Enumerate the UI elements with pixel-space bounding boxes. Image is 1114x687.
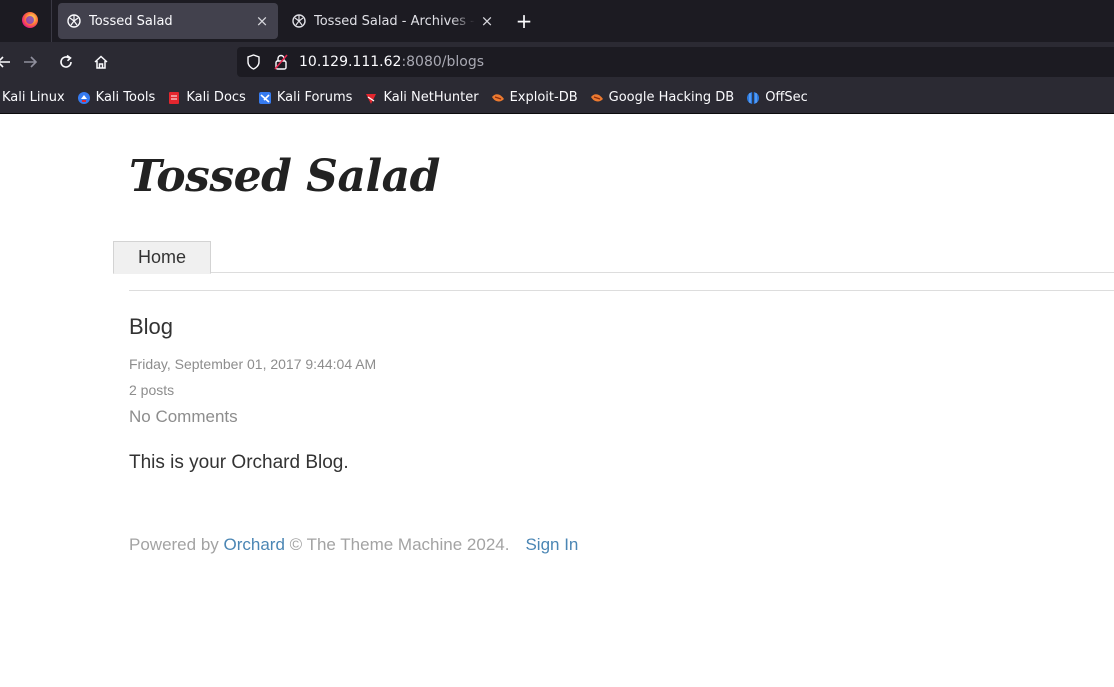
bookmark-exploit-db[interactable]: Exploit-DB bbox=[485, 86, 584, 110]
bookmark-kali-linux[interactable]: Kali Linux bbox=[0, 86, 71, 110]
close-tab-icon[interactable]: × bbox=[250, 9, 274, 33]
sign-in-link[interactable]: Sign In bbox=[525, 535, 578, 554]
tab-title: Tossed Salad - Archives - bbox=[314, 13, 475, 29]
orchard-link[interactable]: Orchard bbox=[224, 535, 285, 554]
home-icon[interactable] bbox=[89, 50, 113, 74]
bookmark-label: Google Hacking DB bbox=[608, 90, 735, 105]
url-bar[interactable]: 10.129.111.62:8080/blogs bbox=[237, 47, 1114, 77]
bookmark-label: Kali Tools bbox=[95, 90, 156, 105]
site-title[interactable]: Tossed Salad bbox=[129, 151, 440, 202]
menu-divider bbox=[113, 272, 1114, 273]
url-path: :8080/blogs bbox=[401, 54, 485, 70]
blog-date: Friday, September 01, 2017 9:44:04 AM bbox=[129, 356, 377, 372]
footer-powered-by: Powered by bbox=[129, 535, 224, 554]
firefox-menu-button[interactable] bbox=[0, 0, 52, 42]
bookmark-label: OffSec bbox=[765, 90, 808, 105]
url-host: 10.129.111.62 bbox=[299, 54, 402, 70]
bookmark-label: Kali NetHunter bbox=[383, 90, 479, 105]
navigation-toolbar: 10.129.111.62:8080/blogs bbox=[0, 42, 1114, 82]
tab-bar: Tossed Salad × Tossed Salad - Archives -… bbox=[0, 0, 1114, 42]
footer-copyright: © The Theme Machine 2024. bbox=[284, 535, 510, 554]
tab-title: Tossed Salad bbox=[89, 13, 173, 29]
bookmark-kali-docs[interactable]: Kali Docs bbox=[161, 86, 252, 110]
offsec-icon bbox=[746, 91, 760, 105]
firefox-icon bbox=[22, 12, 38, 28]
kali-tools-icon bbox=[77, 91, 91, 105]
tracking-shield-icon[interactable] bbox=[245, 54, 261, 70]
bookmark-offsec[interactable]: OffSec bbox=[740, 86, 814, 110]
blog-post-count: 2 posts bbox=[129, 382, 175, 398]
blog-comments: No Comments bbox=[129, 407, 238, 426]
tab-archives[interactable]: Tossed Salad - Archives - × bbox=[283, 3, 503, 39]
new-tab-button[interactable]: + bbox=[512, 9, 536, 33]
kali-nethunter-icon bbox=[364, 91, 378, 105]
site-favicon-icon bbox=[66, 13, 82, 29]
tab-tossed-salad[interactable]: Tossed Salad × bbox=[58, 3, 278, 39]
url-text[interactable]: 10.129.111.62:8080/blogs bbox=[299, 54, 484, 70]
forward-arrow-icon[interactable] bbox=[18, 50, 42, 74]
bookmark-label: Exploit-DB bbox=[509, 90, 578, 105]
close-tab-icon[interactable]: × bbox=[475, 9, 499, 33]
bookmark-google-hacking-db[interactable]: Google Hacking DB bbox=[584, 86, 741, 110]
bookmark-kali-nethunter[interactable]: Kali NetHunter bbox=[358, 86, 484, 110]
blog-description: This is your Orchard Blog. bbox=[129, 452, 349, 473]
bookmark-label: Kali Forums bbox=[276, 90, 353, 105]
content-divider bbox=[129, 290, 1114, 291]
ghdb-icon bbox=[590, 91, 604, 105]
back-arrow-icon[interactable] bbox=[0, 50, 16, 74]
site-favicon-icon bbox=[291, 13, 307, 29]
kali-docs-icon bbox=[167, 91, 181, 105]
kali-forums-icon bbox=[258, 91, 272, 105]
bookmark-label: Kali Docs bbox=[186, 90, 246, 105]
bookmark-kali-tools[interactable]: Kali Tools bbox=[71, 86, 162, 110]
blog-heading: Blog bbox=[129, 314, 174, 339]
bookmark-label: Kali Linux bbox=[2, 90, 65, 105]
reload-icon[interactable] bbox=[54, 50, 78, 74]
bookmarks-toolbar: Kali Linux Kali Tools Kali Docs Kali For… bbox=[0, 82, 1114, 114]
bookmark-kali-forums[interactable]: Kali Forums bbox=[252, 86, 359, 110]
menu-item-home[interactable]: Home bbox=[113, 241, 211, 274]
footer: Powered by Orchard © The Theme Machine 2… bbox=[129, 535, 578, 555]
page-content: Tossed Salad Home Blog Friday, September… bbox=[0, 115, 1114, 687]
exploit-db-icon bbox=[491, 91, 505, 105]
insecure-lock-icon[interactable] bbox=[273, 54, 289, 70]
